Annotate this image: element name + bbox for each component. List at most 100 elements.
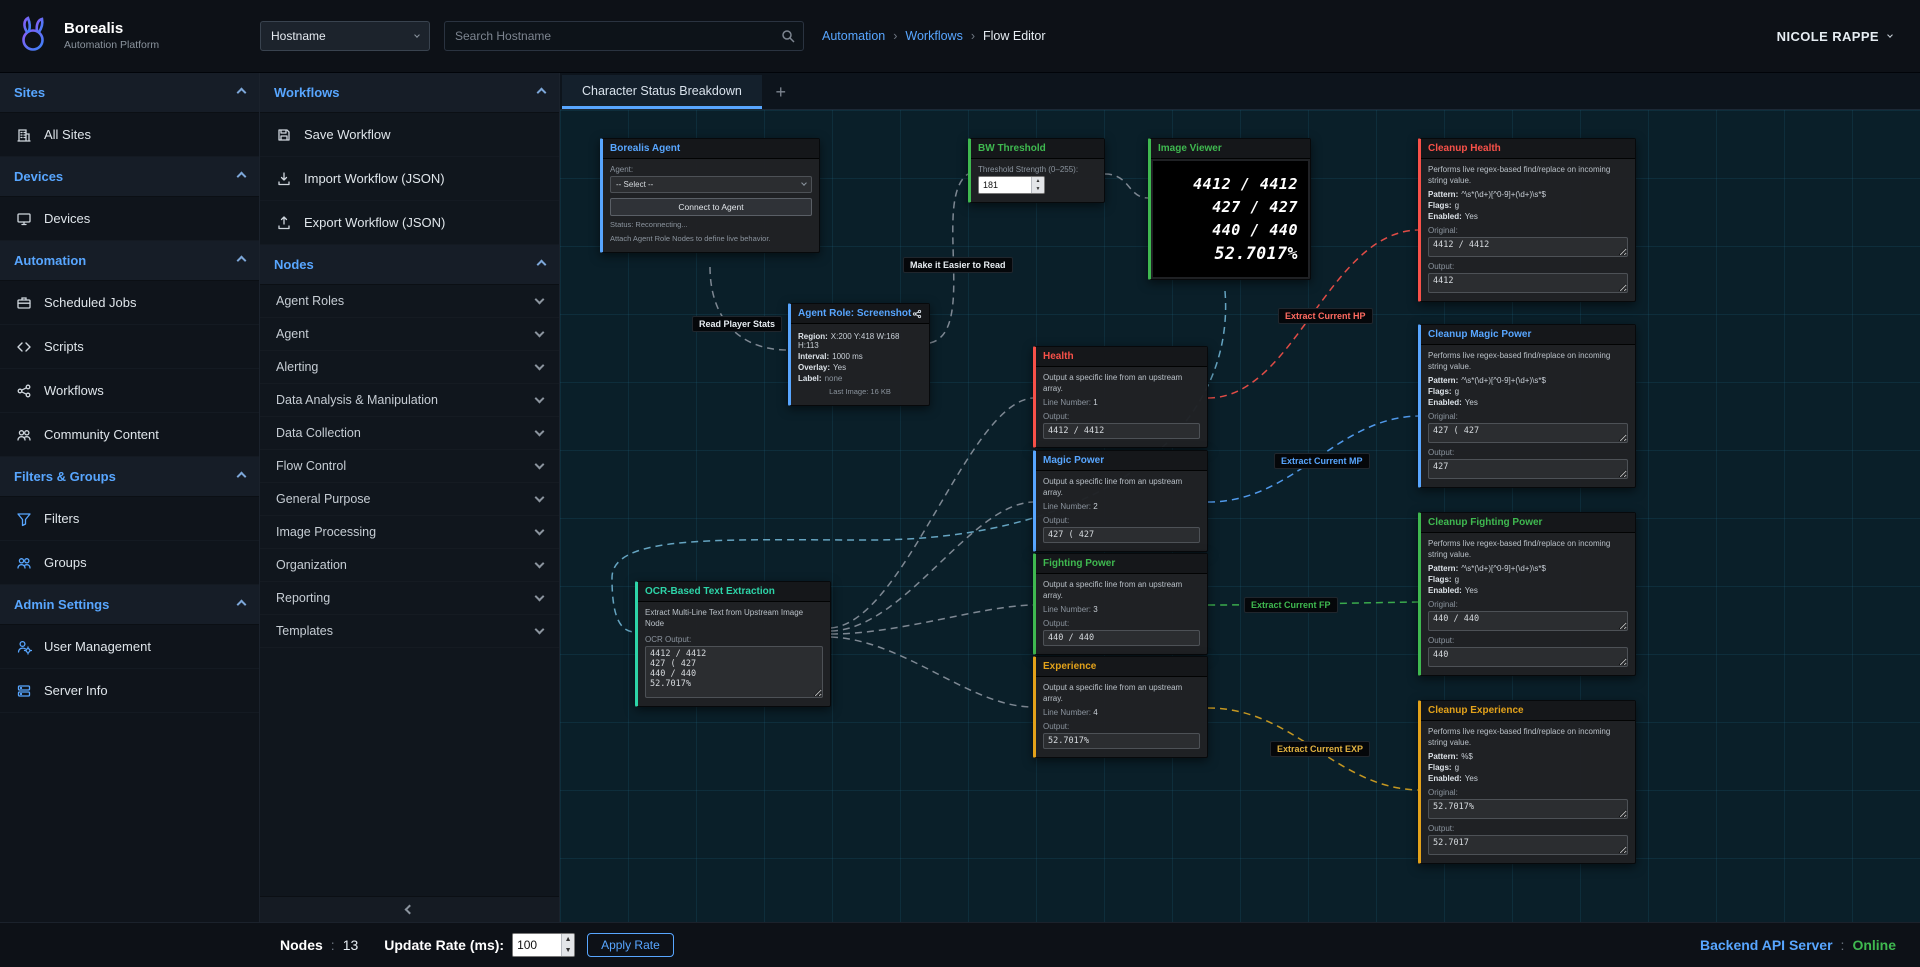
node-fighting-power[interactable]: Fighting Power Output a specific line fr…	[1033, 553, 1208, 655]
node-desc: Output a specific line from an upstream …	[1043, 580, 1200, 602]
node-category-alerting[interactable]: Alerting	[260, 351, 559, 384]
output-field[interactable]	[1428, 835, 1628, 855]
node-desc: Output a specific line from an upstream …	[1043, 477, 1200, 499]
add-tab-button[interactable]: +	[762, 75, 800, 109]
save-workflow-button[interactable]: Save Workflow	[260, 113, 559, 157]
chevron-up-icon	[237, 172, 247, 182]
node-cleanup-fighting-power[interactable]: Cleanup Fighting Power Performs live reg…	[1418, 512, 1636, 676]
node-borealis-agent[interactable]: Borealis Agent Agent: -- Select -- Conne…	[600, 138, 820, 253]
search-icon[interactable]	[780, 28, 796, 44]
node-cleanup-health[interactable]: Cleanup Health Performs live regex-based…	[1418, 138, 1636, 302]
sidebar-item-user-management[interactable]: User Management	[0, 625, 259, 669]
threshold-stepper: ▲ ▼	[978, 176, 1045, 194]
nav-section-filters-groups[interactable]: Filters & Groups	[0, 457, 259, 497]
update-rate-input[interactable]	[513, 934, 561, 956]
threshold-input[interactable]	[979, 177, 1031, 193]
row-key: Pattern:	[1428, 376, 1458, 385]
connect-agent-button[interactable]: Connect to Agent	[610, 198, 812, 216]
spin-down-button[interactable]: ▼	[562, 945, 574, 956]
node-header: Cleanup Magic Power	[1421, 325, 1635, 345]
sidebar-item-devices[interactable]: Devices	[0, 197, 259, 241]
import-workflow-button[interactable]: Import Workflow (JSON)	[260, 157, 559, 201]
chevron-down-icon	[535, 394, 545, 404]
sidebar-item-workflows[interactable]: Workflows	[0, 369, 259, 413]
hostname-search-input[interactable]	[444, 21, 804, 51]
user-menu[interactable]: NICOLE RAPPE	[1777, 29, 1892, 44]
original-field[interactable]	[1428, 799, 1628, 819]
node-bw-threshold[interactable]: BW Threshold Threshold Strength (0–255):…	[968, 138, 1105, 203]
node-agent-role-screenshot[interactable]: Agent Role: Screenshot Region:X:200 Y:41…	[788, 303, 930, 406]
nodes-section-header[interactable]: Nodes	[260, 245, 559, 285]
chevron-down-icon	[414, 32, 420, 38]
hostname-search	[444, 21, 804, 51]
output-field[interactable]	[1043, 733, 1200, 749]
brand-subtitle: Automation Platform	[64, 39, 159, 52]
nav-section-sites[interactable]: Sites	[0, 73, 259, 113]
sidebar-item-scripts[interactable]: Scripts	[0, 325, 259, 369]
node-category-agent[interactable]: Agent	[260, 318, 559, 351]
spin-up-button[interactable]: ▲	[562, 934, 574, 945]
tab-character-status-breakdown[interactable]: Character Status Breakdown	[562, 75, 762, 109]
node-category-reporting[interactable]: Reporting	[260, 582, 559, 615]
node-magic-power[interactable]: Magic Power Output a specific line from …	[1033, 450, 1208, 552]
nav-section-automation[interactable]: Automation	[0, 241, 259, 281]
share-icon[interactable]	[912, 309, 922, 319]
node-category-data-collection[interactable]: Data Collection	[260, 417, 559, 450]
row-key: Enabled:	[1428, 398, 1462, 407]
apply-rate-button[interactable]: Apply Rate	[587, 933, 674, 957]
node-category-data-analysis[interactable]: Data Analysis & Manipulation	[260, 384, 559, 417]
export-workflow-button[interactable]: Export Workflow (JSON)	[260, 201, 559, 245]
chevron-down-icon	[535, 592, 545, 602]
spin-up-button[interactable]: ▲	[1032, 177, 1044, 185]
node-image-viewer[interactable]: Image Viewer 4412 / 4412 427 / 427 440 /…	[1148, 138, 1311, 280]
output-label: Output:	[1428, 448, 1628, 457]
node-category-agent-roles[interactable]: Agent Roles	[260, 285, 559, 318]
node-ocr-text-extraction[interactable]: OCR-Based Text Extraction Extract Multi-…	[635, 581, 831, 707]
output-field[interactable]	[1043, 423, 1200, 439]
node-health[interactable]: Health Output a specific line from an up…	[1033, 346, 1208, 448]
section-label: Nodes	[274, 257, 314, 272]
output-field[interactable]	[1428, 459, 1628, 479]
app-root: Borealis Automation Platform Hostname Au…	[0, 0, 1920, 967]
output-field[interactable]	[1428, 647, 1628, 667]
output-field[interactable]	[1043, 630, 1200, 646]
node-category-templates[interactable]: Templates	[260, 615, 559, 648]
node-cleanup-experience[interactable]: Cleanup Experience Performs live regex-b…	[1418, 700, 1636, 864]
node-category-flow-control[interactable]: Flow Control	[260, 450, 559, 483]
original-field[interactable]	[1428, 423, 1628, 443]
output-field[interactable]	[1428, 273, 1628, 293]
chevron-down-icon	[535, 559, 545, 569]
ocr-output-field[interactable]	[645, 646, 823, 698]
node-category-general-purpose[interactable]: General Purpose	[260, 483, 559, 516]
sidebar-item-all-sites[interactable]: All Sites	[0, 113, 259, 157]
flow-canvas[interactable]: Borealis Agent Agent: -- Select -- Conne…	[560, 110, 1920, 922]
update-rate-label: Update Rate (ms):	[384, 937, 504, 953]
node-header: Experience	[1036, 657, 1207, 677]
breadcrumb-automation[interactable]: Automation	[822, 29, 885, 43]
row-value: Yes	[1465, 212, 1478, 221]
breadcrumb-workflows[interactable]: Workflows	[905, 29, 962, 43]
nav-section-admin-settings[interactable]: Admin Settings	[0, 585, 259, 625]
sidebar-item-server-info[interactable]: Server Info	[0, 669, 259, 713]
sidebar-item-scheduled-jobs[interactable]: Scheduled Jobs	[0, 281, 259, 325]
node-cleanup-magic-power[interactable]: Cleanup Magic Power Performs live regex-…	[1418, 324, 1636, 488]
output-field[interactable]	[1043, 527, 1200, 543]
sidebar-item-community-content[interactable]: Community Content	[0, 413, 259, 457]
hostname-select[interactable]: Hostname	[260, 21, 430, 51]
node-category-organization[interactable]: Organization	[260, 549, 559, 582]
collapse-sidebar-button[interactable]	[260, 896, 559, 922]
node-category-image-processing[interactable]: Image Processing	[260, 516, 559, 549]
output-label: Output:	[1043, 619, 1200, 628]
spin-down-button[interactable]: ▼	[1032, 185, 1044, 193]
agent-select[interactable]: -- Select --	[610, 176, 812, 193]
node-desc: Performs live regex-based find/replace o…	[1428, 165, 1628, 187]
nodes-count-value: 13	[343, 937, 359, 953]
workflows-section-header[interactable]: Workflows	[260, 73, 559, 113]
node-experience[interactable]: Experience Output a specific line from a…	[1033, 656, 1208, 758]
nav-section-devices[interactable]: Devices	[0, 157, 259, 197]
original-field[interactable]	[1428, 237, 1628, 257]
node-title: Health	[1043, 351, 1074, 362]
sidebar-item-filters[interactable]: Filters	[0, 497, 259, 541]
sidebar-item-groups[interactable]: Groups	[0, 541, 259, 585]
original-field[interactable]	[1428, 611, 1628, 631]
